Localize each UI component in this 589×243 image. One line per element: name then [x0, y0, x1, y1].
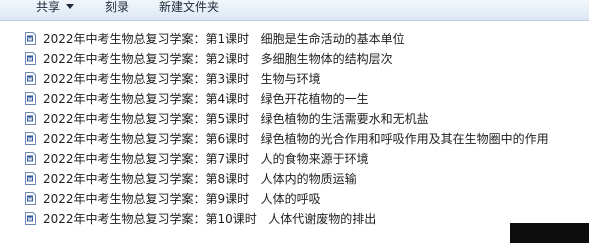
word-doc-icon: [25, 132, 36, 145]
file-row[interactable]: 2022年中考生物总复习学案：第5课时 绿色植物的生活需要水和无机盐: [0, 109, 589, 129]
burn-button[interactable]: 刻录: [105, 0, 129, 18]
file-name: 2022年中考生物总复习学案：第8课时 人体内的物质运输: [43, 172, 357, 186]
file-row[interactable]: 2022年中考生物总复习学案：第10课时 人体代谢废物的排出: [0, 209, 589, 229]
file-name: 2022年中考生物总复习学案：第5课时 绿色植物的生活需要水和无机盐: [43, 112, 429, 126]
taskbar-corner: [510, 223, 589, 243]
file-row[interactable]: 2022年中考生物总复习学案：第4课时 绿色开花植物的一生: [0, 89, 589, 109]
file-row[interactable]: 2022年中考生物总复习学案：第2课时 多细胞生物体的结构层次: [0, 49, 589, 69]
command-bar: 共享 刻录 新建文件夹: [0, 0, 589, 21]
word-doc-icon: [25, 192, 36, 205]
file-row[interactable]: 2022年中考生物总复习学案：第3课时 生物与环境: [0, 69, 589, 89]
word-doc-icon: [25, 172, 36, 185]
file-row[interactable]: 2022年中考生物总复习学案：第9课时 人体的呼吸: [0, 189, 589, 209]
file-name: 2022年中考生物总复习学案：第1课时 细胞是生命活动的基本单位: [43, 32, 405, 46]
word-doc-icon: [25, 212, 36, 225]
file-row[interactable]: 2022年中考生物总复习学案：第6课时 绿色植物的光合作用和呼吸作用及其在生物圈…: [0, 129, 589, 149]
word-doc-icon: [25, 32, 36, 45]
file-name: 2022年中考生物总复习学案：第10课时 人体代谢废物的排出: [43, 212, 377, 226]
word-doc-icon: [25, 152, 36, 165]
file-row[interactable]: 2022年中考生物总复习学案：第7课时 人的食物来源于环境: [0, 149, 589, 169]
file-name: 2022年中考生物总复习学案：第9课时 人体的呼吸: [43, 192, 321, 206]
word-doc-icon: [25, 112, 36, 125]
file-name: 2022年中考生物总复习学案：第6课时 绿色植物的光合作用和呼吸作用及其在生物圈…: [43, 132, 549, 146]
share-menu-button[interactable]: 共享: [36, 0, 75, 18]
file-name: 2022年中考生物总复习学案：第3课时 生物与环境: [43, 72, 321, 86]
word-doc-icon: [25, 52, 36, 65]
file-row[interactable]: 2022年中考生物总复习学案：第1课时 细胞是生命活动的基本单位: [0, 29, 589, 49]
new-folder-button[interactable]: 新建文件夹: [159, 0, 219, 18]
word-doc-icon: [25, 92, 36, 105]
file-name: 2022年中考生物总复习学案：第7课时 人的食物来源于环境: [43, 152, 369, 166]
file-name: 2022年中考生物总复习学案：第2课时 多细胞生物体的结构层次: [43, 52, 393, 66]
share-label: 共享: [36, 0, 61, 14]
file-row[interactable]: 2022年中考生物总复习学案：第8课时 人体内的物质运输: [0, 169, 589, 189]
chevron-down-icon: [66, 4, 75, 9]
word-doc-icon: [25, 72, 36, 85]
file-name: 2022年中考生物总复习学案：第4课时 绿色开花植物的一生: [43, 92, 369, 106]
